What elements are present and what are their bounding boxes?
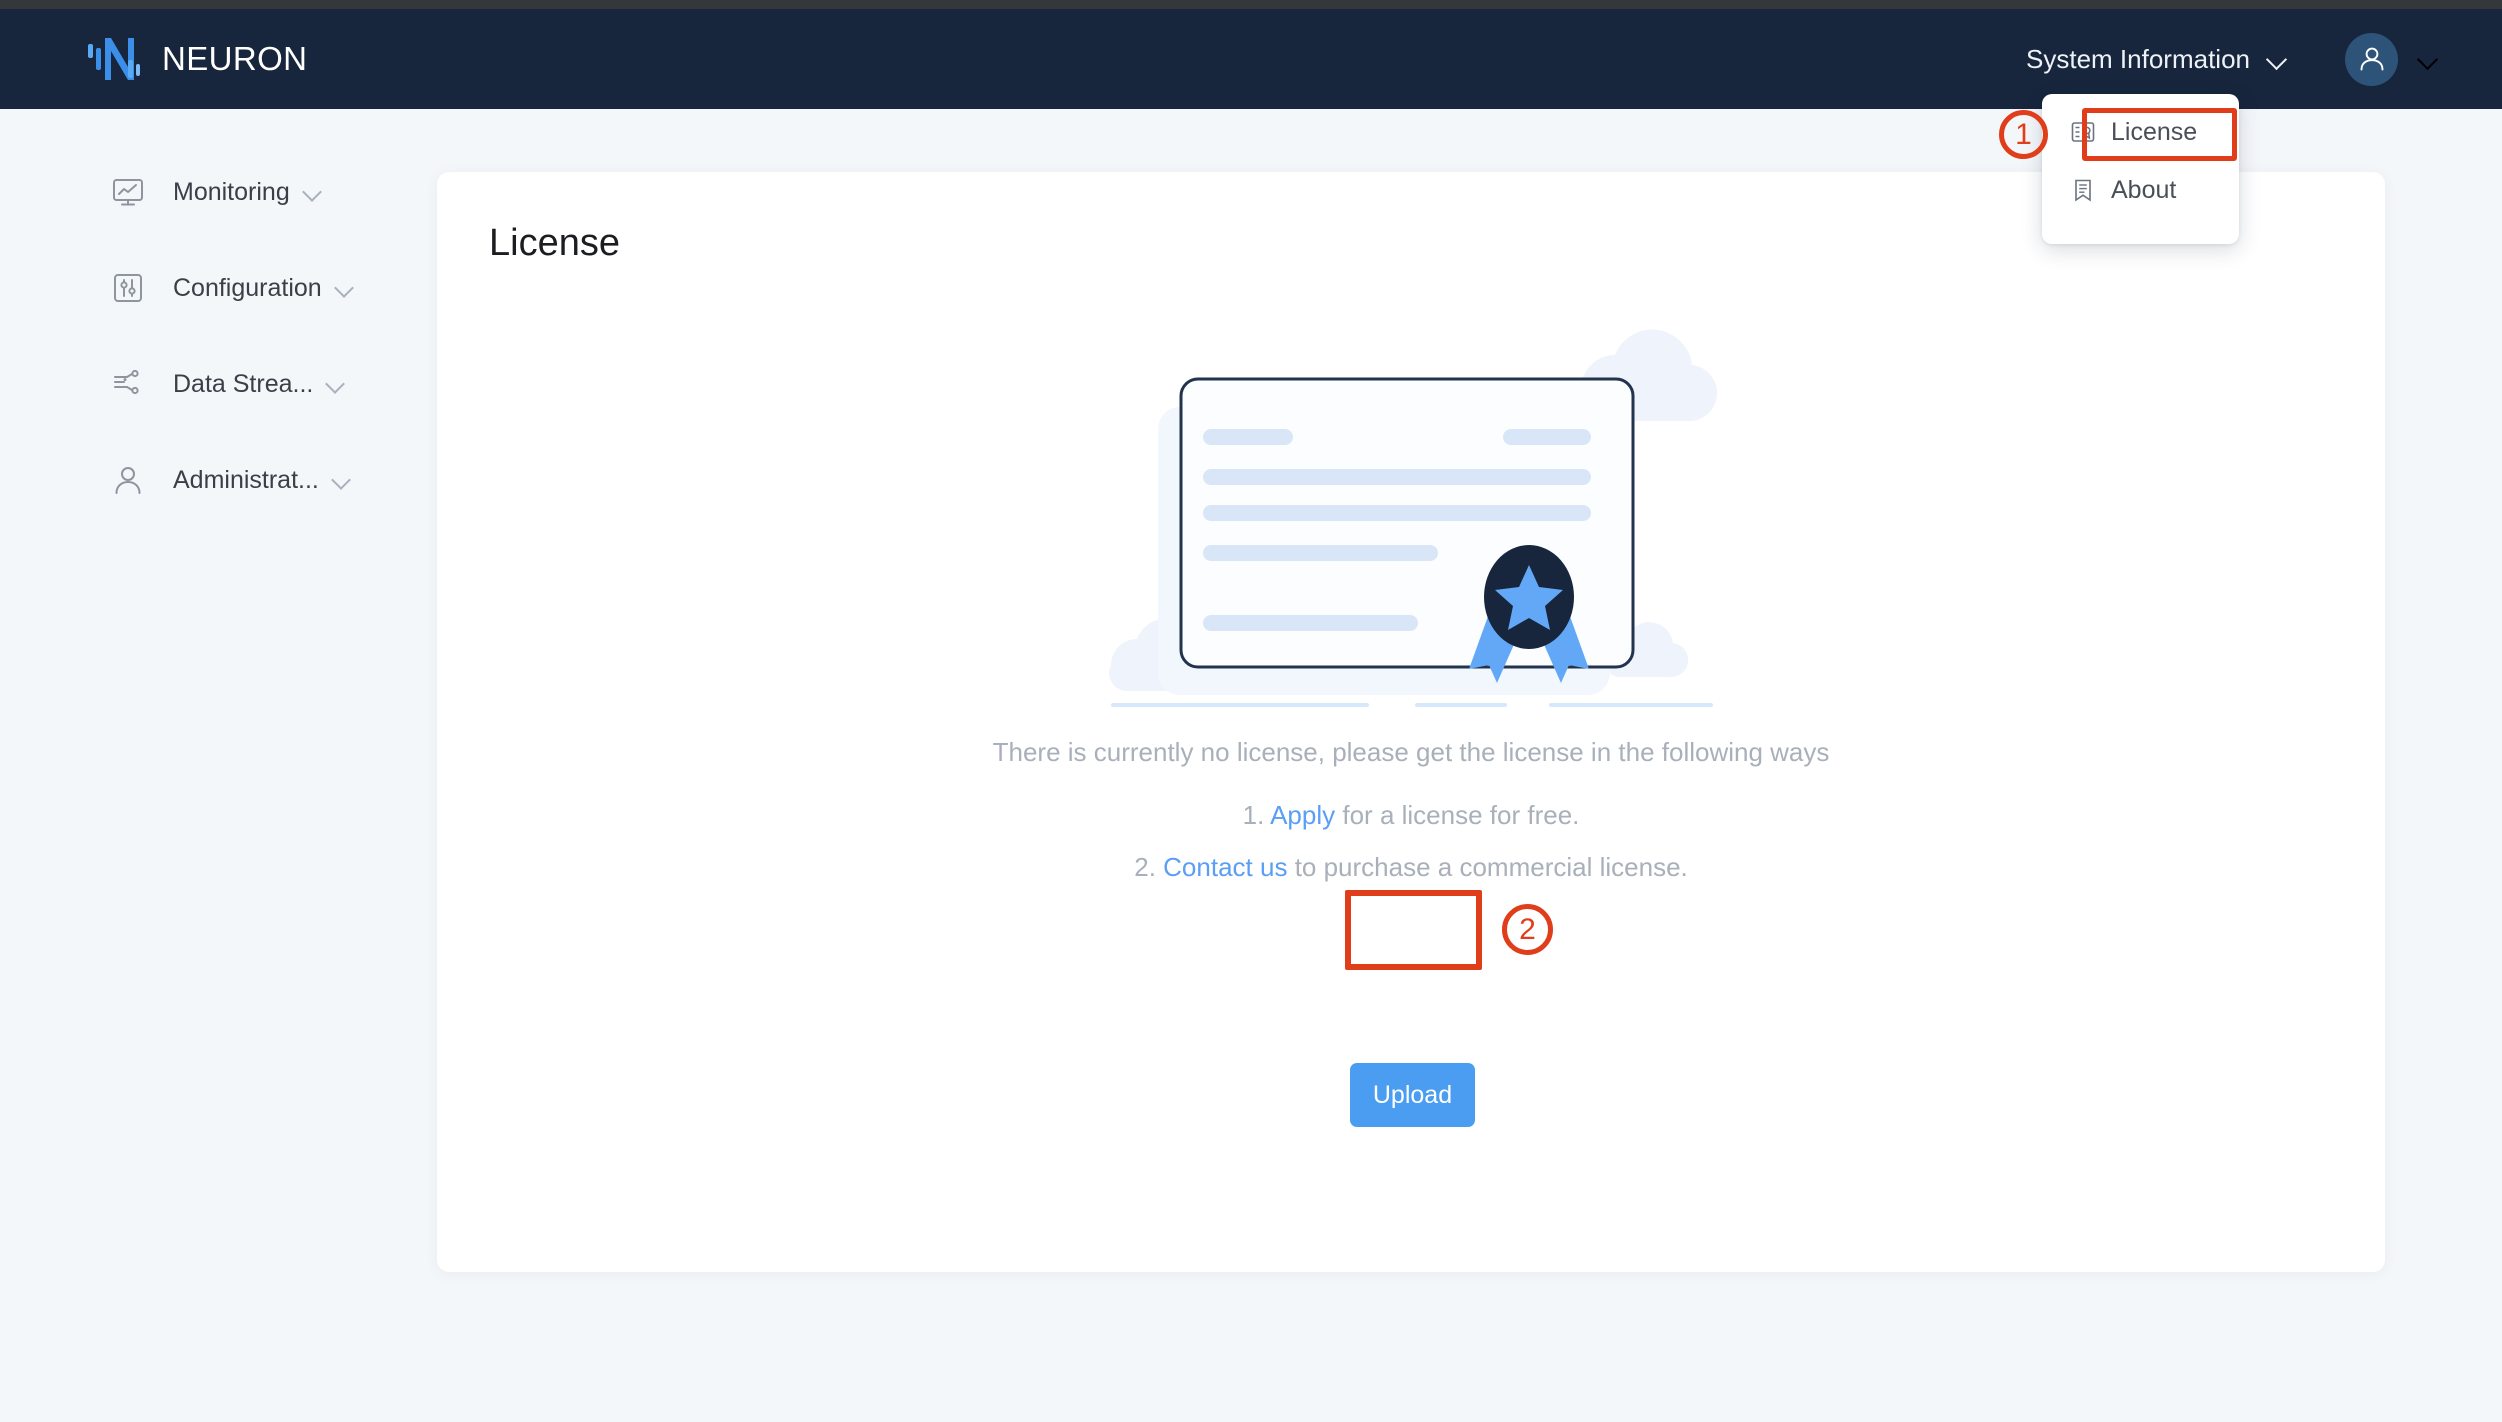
sidebar-item-administration[interactable]: Administrat... bbox=[0, 452, 437, 508]
system-information-label: System Information bbox=[2026, 43, 2250, 74]
avatar bbox=[2345, 32, 2398, 86]
option-number: 1. bbox=[1242, 800, 1265, 830]
dropdown-item-label: License bbox=[2111, 117, 2198, 146]
dropdown-item-about[interactable]: About bbox=[2042, 161, 2239, 219]
chevron-down-icon bbox=[304, 182, 324, 202]
license-certificate-illustration bbox=[1051, 297, 1771, 717]
license-card: License There is currently no license, p… bbox=[437, 172, 2385, 1272]
chevron-down-icon bbox=[2418, 48, 2440, 70]
user-account-menu[interactable] bbox=[2345, 32, 2440, 86]
data-stream-icon bbox=[108, 364, 148, 404]
neuron-logo-icon bbox=[88, 34, 140, 84]
brand-name: NEURON bbox=[162, 40, 308, 77]
page-body: Monitoring Configuration Data Strea... A… bbox=[0, 109, 2502, 1422]
chevron-down-icon bbox=[336, 278, 356, 298]
apply-link[interactable]: Apply bbox=[1270, 800, 1335, 830]
upload-button[interactable]: Upload bbox=[1350, 1063, 1475, 1127]
sidebar-item-configuration[interactable]: Configuration bbox=[0, 260, 437, 316]
license-option-row: 1. Apply for a license for free. bbox=[437, 789, 2385, 841]
option-number: 2. bbox=[1134, 852, 1156, 882]
browser-chrome-strip bbox=[0, 0, 2502, 9]
chevron-down-icon bbox=[327, 374, 347, 394]
option-text: to purchase a commercial license. bbox=[1294, 852, 1688, 882]
sidebar-item-label: Configuration bbox=[173, 273, 322, 302]
empty-state-message: There is currently no license, please ge… bbox=[992, 737, 1830, 767]
sidebar-item-monitoring[interactable]: Monitoring bbox=[0, 164, 437, 220]
sidebar: Monitoring Configuration Data Strea... A… bbox=[0, 109, 437, 1422]
sliders-icon bbox=[108, 268, 148, 308]
license-option-row: 2. Contact us to purchase a commercial l… bbox=[437, 841, 2385, 893]
bookmark-document-icon bbox=[2070, 177, 2096, 203]
sidebar-item-label: Data Strea... bbox=[173, 369, 314, 398]
monitor-chart-icon bbox=[108, 172, 148, 212]
brand[interactable]: NEURON bbox=[88, 34, 307, 84]
page-title: License bbox=[489, 222, 620, 264]
sidebar-item-data-stream[interactable]: Data Strea... bbox=[0, 356, 437, 412]
dropdown-item-license[interactable]: License bbox=[2042, 103, 2239, 161]
license-options-list: 1. Apply for a license for free. 2. Cont… bbox=[437, 789, 2385, 893]
sidebar-item-label: Monitoring bbox=[173, 177, 290, 206]
chevron-down-icon bbox=[2267, 48, 2289, 70]
chevron-down-icon bbox=[333, 470, 353, 490]
contact-us-link[interactable]: Contact us bbox=[1163, 852, 1287, 882]
upload-button-row: Upload bbox=[437, 1063, 2385, 1127]
sidebar-item-label: Administrat... bbox=[173, 465, 319, 494]
option-text: for a license for free. bbox=[1342, 800, 1580, 830]
dropdown-item-label: About bbox=[2111, 175, 2177, 204]
system-information-dropdown: License About bbox=[2042, 94, 2239, 244]
certificate-icon bbox=[2070, 119, 2096, 145]
user-icon bbox=[108, 460, 148, 500]
system-information-menu[interactable]: System Information bbox=[2022, 34, 2293, 85]
